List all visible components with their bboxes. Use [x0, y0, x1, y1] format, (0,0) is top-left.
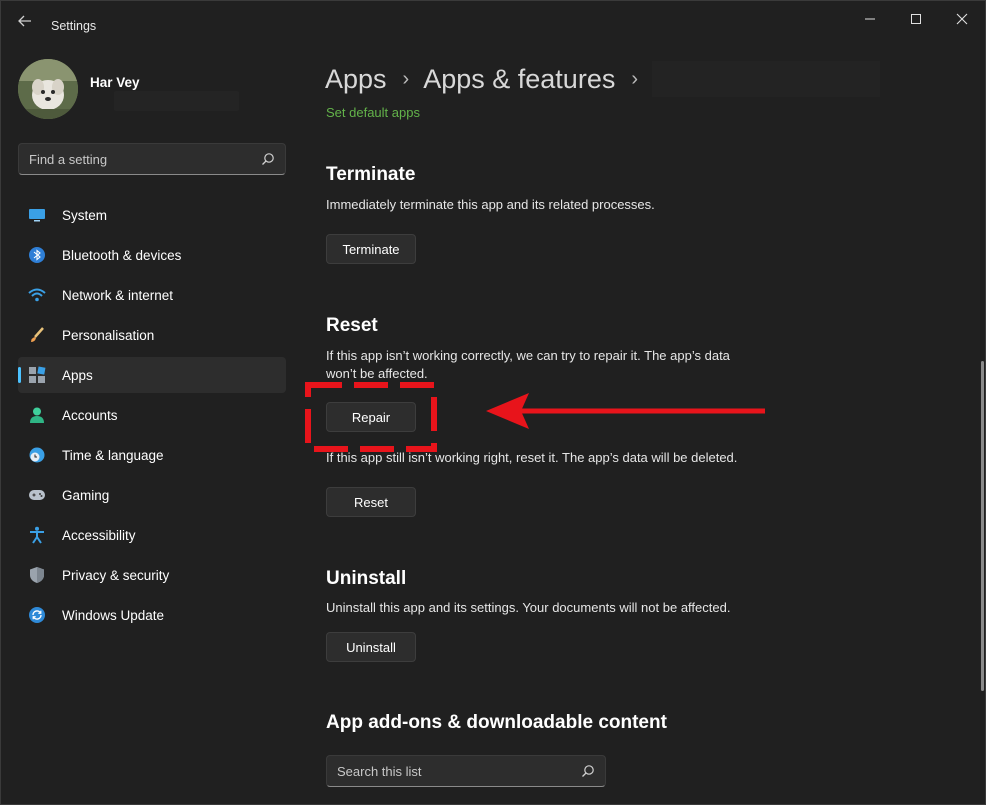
- reset-description: If this app still isn’t working right, r…: [326, 450, 738, 465]
- app-title: Settings: [51, 19, 97, 33]
- sidebar-nav: System Bluetooth & devices Network & int…: [18, 197, 286, 637]
- avatar: [18, 59, 78, 119]
- sidebar-item-personalisation[interactable]: Personalisation: [18, 317, 286, 353]
- back-button[interactable]: [13, 11, 37, 31]
- settings-search-input[interactable]: Find a setting: [18, 143, 286, 175]
- sidebar-item-time-language[interactable]: Time & language: [18, 437, 286, 473]
- set-default-apps-link[interactable]: Set default apps: [326, 105, 420, 120]
- minimize-button[interactable]: [847, 7, 893, 31]
- sidebar-item-label: Time & language: [62, 448, 164, 463]
- breadcrumb: Apps › Apps & features ›: [325, 59, 881, 99]
- breadcrumb-chevron-icon: ›: [402, 67, 410, 90]
- repair-description-line-2: won’t be affected.: [326, 366, 428, 381]
- scrollbar[interactable]: [981, 361, 984, 691]
- apps-icon: [28, 366, 46, 384]
- monitor-icon: [28, 206, 46, 224]
- back-arrow-icon: [18, 15, 31, 27]
- title-bar: Settings: [1, 1, 985, 41]
- shield-icon: [28, 566, 46, 584]
- update-icon: [28, 606, 46, 624]
- search-icon: [262, 153, 274, 165]
- sidebar-item-system[interactable]: System: [18, 197, 286, 233]
- sidebar-item-label: Apps: [62, 368, 93, 383]
- terminate-button[interactable]: Terminate: [326, 234, 416, 264]
- sidebar-item-label: Accessibility: [62, 528, 136, 543]
- uninstall-button[interactable]: Uninstall: [326, 632, 416, 662]
- sidebar-item-label: Accounts: [62, 408, 118, 423]
- sidebar-item-label: Network & internet: [62, 288, 174, 303]
- close-button[interactable]: [939, 7, 985, 31]
- user-email-redacted: [114, 91, 239, 111]
- breadcrumb-chevron-icon: ›: [631, 67, 639, 90]
- sidebar-item-network[interactable]: Network & internet: [18, 277, 286, 313]
- sidebar-item-label: System: [62, 208, 108, 223]
- addons-search-input[interactable]: Search this list: [326, 755, 606, 787]
- breadcrumb-apps[interactable]: Apps: [325, 64, 387, 95]
- breadcrumb-apps-features[interactable]: Apps & features: [423, 64, 615, 95]
- brush-icon: [28, 326, 46, 344]
- repair-description-line-1: If this app isn’t working correctly, we …: [326, 348, 730, 363]
- sidebar-item-apps[interactable]: Apps: [18, 357, 286, 393]
- search-placeholder: Find a setting: [29, 152, 108, 167]
- terminate-title: Terminate: [326, 164, 416, 185]
- addons-title: App add-ons & downloadable content: [326, 712, 667, 733]
- red-arrow-icon: [486, 393, 765, 429]
- terminate-description: Immediately terminate this app and its r…: [326, 197, 655, 212]
- uninstall-description: Uninstall this app and its settings. You…: [326, 600, 731, 615]
- reset-button[interactable]: Reset: [326, 487, 416, 517]
- sidebar-item-privacy-security[interactable]: Privacy & security: [18, 557, 286, 593]
- minimize-icon: [865, 18, 875, 20]
- bluetooth-icon: [28, 246, 46, 264]
- user-name: Har Vey: [90, 75, 140, 90]
- sidebar-item-label: Bluetooth & devices: [62, 248, 182, 263]
- person-icon: [28, 406, 46, 424]
- sidebar-item-label: Privacy & security: [62, 568, 170, 583]
- uninstall-title: Uninstall: [326, 568, 407, 589]
- sidebar-item-label: Personalisation: [62, 328, 155, 343]
- gamepad-icon: [28, 486, 46, 504]
- wifi-icon: [28, 286, 46, 304]
- sidebar-item-gaming[interactable]: Gaming: [18, 477, 286, 513]
- repair-button[interactable]: Repair: [326, 402, 416, 432]
- sidebar-item-windows-update[interactable]: Windows Update: [18, 597, 286, 633]
- settings-window: Settings Har Vey Find a setting System B…: [0, 0, 986, 805]
- sidebar-item-accessibility[interactable]: Accessibility: [18, 517, 286, 553]
- sidebar-item-bluetooth[interactable]: Bluetooth & devices: [18, 237, 286, 273]
- accessibility-icon: [28, 526, 46, 544]
- sidebar-item-label: Windows Update: [62, 608, 165, 623]
- reset-title: Reset: [326, 315, 378, 336]
- maximize-icon: [911, 14, 921, 24]
- sidebar-item-accounts[interactable]: Accounts: [18, 397, 286, 433]
- sidebar-item-label: Gaming: [62, 488, 110, 503]
- avatar-photo-icon: [18, 59, 78, 119]
- user-profile[interactable]: Har Vey: [18, 59, 288, 121]
- close-icon: [956, 13, 968, 25]
- search-icon: [582, 765, 594, 777]
- breadcrumb-app-name-redacted: [652, 61, 881, 97]
- maximize-button[interactable]: [893, 7, 939, 31]
- addons-search-placeholder: Search this list: [337, 764, 422, 779]
- globe-clock-icon: [28, 446, 46, 464]
